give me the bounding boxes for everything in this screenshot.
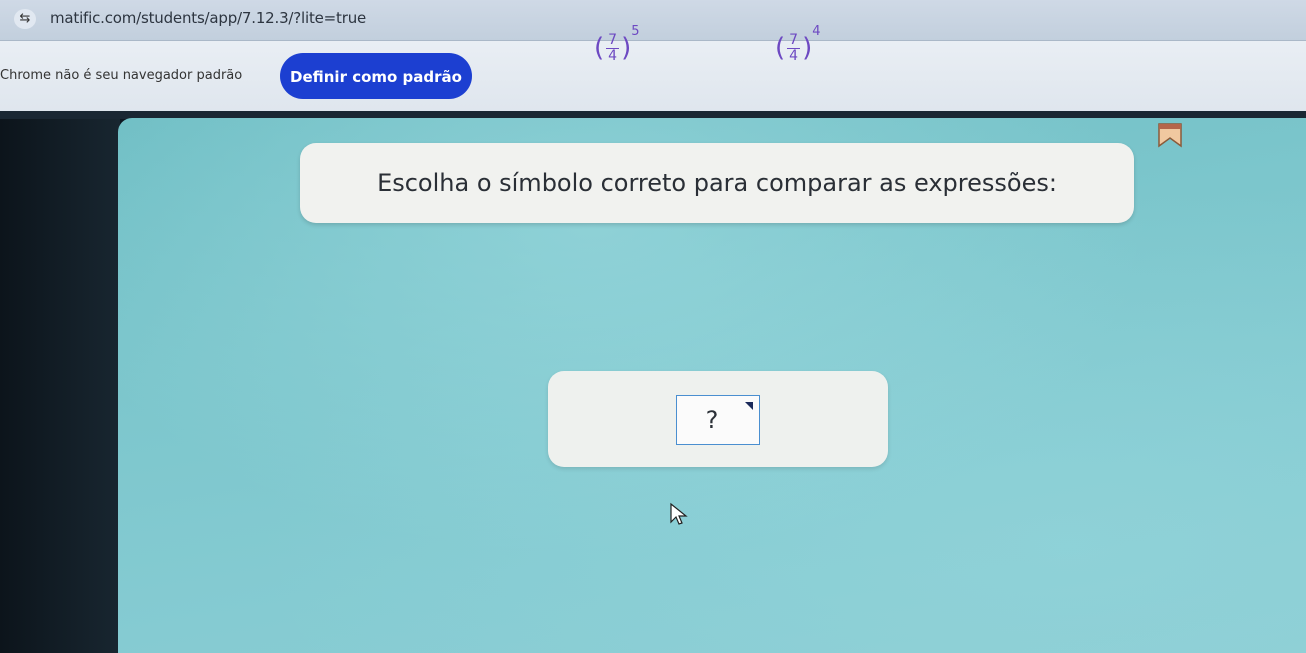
question-prompt: Escolha o símbolo correto para comparar … xyxy=(377,169,1057,197)
right-exponent: 4 xyxy=(812,24,821,39)
open-paren: ( xyxy=(594,33,605,63)
address-bar[interactable]: ⇆ matific.com/students/app/7.12.3/?lite=… xyxy=(0,0,1306,41)
close-paren: ) xyxy=(802,33,813,63)
prompt-card: Escolha o símbolo correto para comparar … xyxy=(300,143,1134,223)
left-numerator: 7 xyxy=(606,31,620,49)
left-exponent: 5 xyxy=(631,24,640,39)
right-fraction: 7 4 xyxy=(787,31,801,64)
set-default-button[interactable]: Definir como padrão xyxy=(280,53,472,99)
symbol-placeholder: ? xyxy=(705,406,719,434)
dropdown-caret-icon[interactable] xyxy=(745,402,753,410)
right-denominator: 4 xyxy=(789,47,799,64)
left-fraction: 7 4 xyxy=(606,31,620,64)
mouse-cursor-icon xyxy=(670,502,688,525)
right-numerator: 7 xyxy=(787,31,801,49)
left-denominator: 4 xyxy=(608,47,618,64)
close-paren: ) xyxy=(621,33,632,63)
tune-icon[interactable]: ⇆ xyxy=(14,9,36,29)
left-expression: ( 7 4 ) 5 xyxy=(594,24,640,70)
comparison-symbol-dropdown[interactable]: ? xyxy=(676,395,760,445)
left-dark-margin xyxy=(0,119,120,653)
infobar-message: Chrome não é seu navegador padrão xyxy=(0,68,243,83)
default-browser-infobar: Chrome não é seu navegador padrão Defini… xyxy=(0,41,1306,111)
right-expression: ( 7 4 ) 4 xyxy=(775,24,821,70)
url-text[interactable]: matific.com/students/app/7.12.3/?lite=tr… xyxy=(50,9,366,27)
open-paren: ( xyxy=(775,33,786,63)
bookmark-icon[interactable] xyxy=(1157,122,1183,148)
